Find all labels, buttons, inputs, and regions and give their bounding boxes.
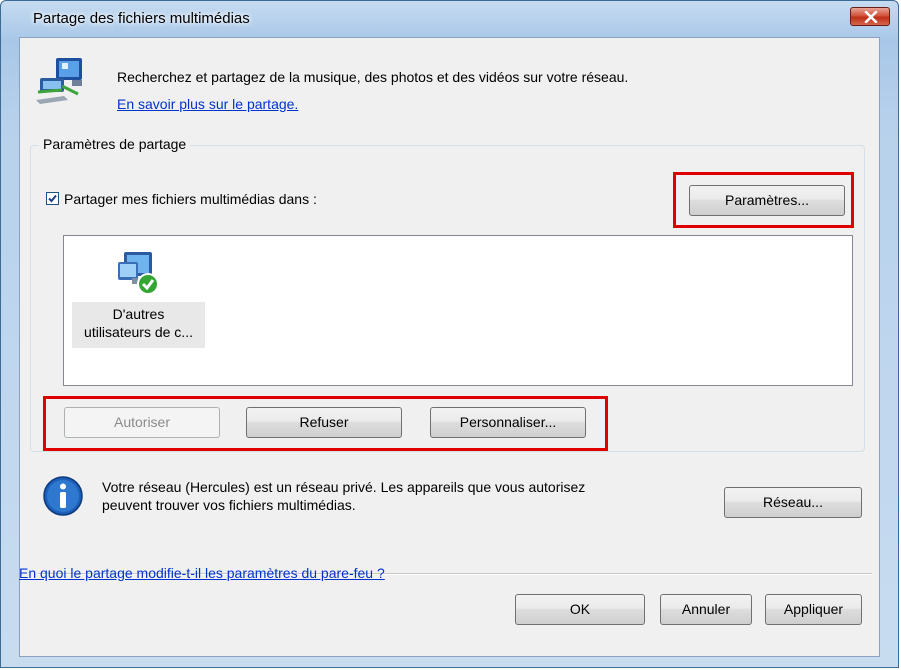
sharing-settings-label: Paramètres de partage	[39, 136, 191, 152]
devices-list[interactable]: D'autres utilisateurs de c...	[63, 235, 853, 386]
apply-button[interactable]: Appliquer	[765, 594, 862, 625]
share-media-checkbox[interactable]	[46, 192, 59, 205]
ok-button[interactable]: OK	[515, 594, 645, 625]
cancel-button[interactable]: Annuler	[660, 594, 752, 625]
dialog-body: Recherchez et partagez de la musique, de…	[19, 37, 880, 657]
info-icon	[42, 475, 84, 520]
close-button[interactable]	[850, 7, 890, 26]
share-media-checkbox-label: Partager mes fichiers multimédias dans :	[64, 191, 317, 207]
checkmark-icon	[48, 194, 57, 203]
firewall-link[interactable]: En quoi le partage modifie-t-il les para…	[19, 565, 385, 581]
window-title: Partage des fichiers multimédias	[33, 10, 250, 27]
network-button[interactable]: Réseau...	[724, 487, 862, 518]
header-description: Recherchez et partagez de la musique, de…	[117, 69, 629, 85]
close-icon	[864, 11, 878, 23]
media-sharing-icon	[34, 56, 96, 109]
deny-button[interactable]: Refuser	[246, 407, 402, 438]
customize-button[interactable]: Personnaliser...	[430, 407, 586, 438]
network-info-text: Votre réseau (Hercules) est un réseau pr…	[102, 479, 586, 513]
title-bar[interactable]: Partage des fichiers multimédias	[1, 1, 898, 37]
dialog-window: Partage des fichiers multimédias Recherc…	[0, 0, 899, 668]
list-item[interactable]: D'autres utilisateurs de c...	[72, 246, 205, 348]
allow-button[interactable]: Autoriser	[64, 407, 220, 438]
network-users-icon	[116, 250, 162, 301]
settings-button[interactable]: Paramètres...	[689, 185, 845, 216]
device-label: D'autres utilisateurs de c...	[72, 302, 205, 348]
learn-more-link[interactable]: En savoir plus sur le partage.	[117, 96, 298, 112]
